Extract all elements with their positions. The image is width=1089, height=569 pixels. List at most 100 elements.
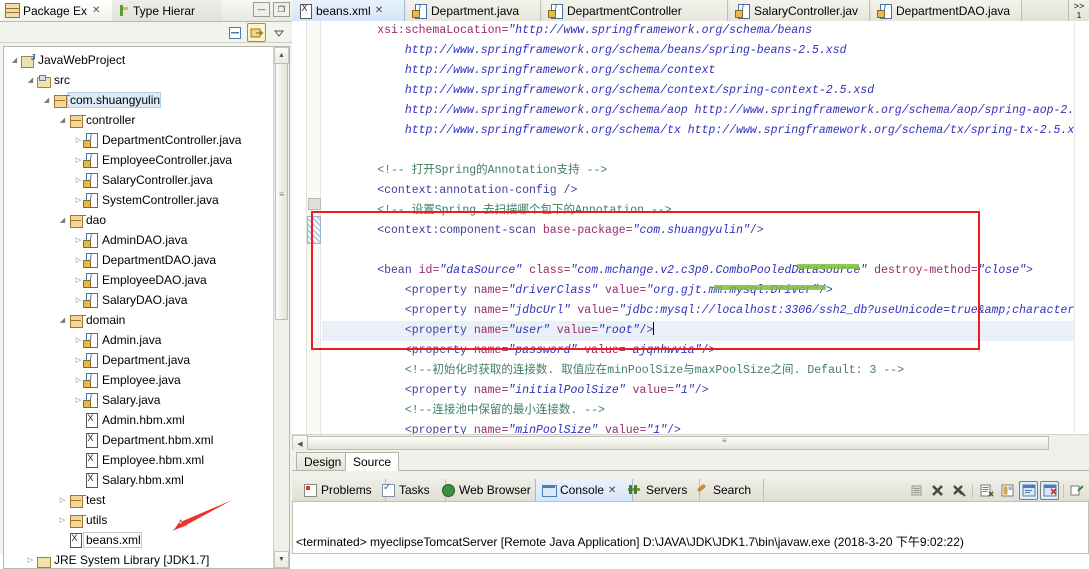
expander-collapsed-icon[interactable]: ▷ <box>26 556 35 564</box>
tree-item-beans-xml[interactable]: beans.xml <box>4 530 289 550</box>
expander-collapsed-icon[interactable]: ▷ <box>74 156 83 164</box>
expander-collapsed-icon[interactable]: ▷ <box>74 356 83 364</box>
tree-item-employeedao-java[interactable]: ▷ EmployeeDAO.java <box>4 270 289 290</box>
expander-expanded-icon[interactable]: ◢ <box>10 56 19 64</box>
bottom-tab-search[interactable]: Search <box>689 479 764 501</box>
code-line[interactable]: <!--初始化时获取的连接数. 取值应在minPoolSize与maxPoolS… <box>322 361 1074 381</box>
scroll-up-icon[interactable]: ▲ <box>274 47 289 64</box>
minimize-icon[interactable]: — <box>253 2 270 17</box>
scroll-lock-icon[interactable] <box>907 481 926 500</box>
tree-item-employee-hbm-xml[interactable]: Employee.hbm.xml <box>4 450 289 470</box>
expander-collapsed-icon[interactable]: ▷ <box>74 256 83 264</box>
code-line[interactable]: <property name="driverClass" value="org.… <box>322 281 1074 301</box>
view-menu-icon[interactable] <box>269 23 288 42</box>
tree-item-utils[interactable]: ▷ utils <box>4 510 289 530</box>
tree-item-admindao-java[interactable]: ▷ AdminDAO.java <box>4 230 289 250</box>
expander-collapsed-icon[interactable]: ▷ <box>74 336 83 344</box>
tree-item-departmentdao-java[interactable]: ▷ DepartmentDAO.java <box>4 250 289 270</box>
project-tree[interactable]: ◢ JavaWebProject ◢ src ◢ com.shuangyulin ◢ cont… <box>4 47 289 568</box>
expander-collapsed-icon[interactable]: ▷ <box>58 496 67 504</box>
expander-expanded-icon[interactable]: ◢ <box>26 76 35 84</box>
tree-item-department-java[interactable]: ▷ Department.java <box>4 350 289 370</box>
tree-item-jre-system-library-jdk1-7[interactable]: ▷ JRE System Library [JDK1.7] <box>4 550 289 568</box>
tree-scrollbar[interactable]: ▲ ≡ ▼ <box>273 47 289 568</box>
editor-tab-departmentcontroller[interactable]: DepartmentController <box>543 0 728 21</box>
tab-source[interactable]: Source <box>345 452 400 471</box>
bottom-tab-console[interactable]: Console ✕ <box>535 479 633 501</box>
tree-item-domain[interactable]: ◢ domain <box>4 310 289 330</box>
maximize-icon[interactable]: ❐ <box>273 2 290 17</box>
tab-design[interactable]: Design <box>296 452 350 471</box>
editor-overview-ruler[interactable] <box>1074 21 1089 450</box>
code-line[interactable]: http://www.springframework.org/schema/ao… <box>322 101 1074 121</box>
collapse-all-icon[interactable] <box>225 23 244 42</box>
editor-marker-gutter[interactable] <box>292 21 307 450</box>
close-icon[interactable]: ✕ <box>375 5 383 16</box>
code-line[interactable]: <property name="user" value="root"/> <box>322 321 1074 341</box>
tree-item-test[interactable]: ▷ test <box>4 490 289 510</box>
tree-item-admin-java[interactable]: ▷ Admin.java <box>4 330 289 350</box>
view-tab-type-hierarchy[interactable]: Type Hierar <box>112 0 222 21</box>
terminate-icon[interactable] <box>928 481 947 500</box>
editor-tab-department-java[interactable]: Department.java <box>407 0 541 21</box>
tree-item-salarycontroller-java[interactable]: ▷ SalaryController.java <box>4 170 289 190</box>
tree-item-salarydao-java[interactable]: ▷ SalaryDAO.java <box>4 290 289 310</box>
hscrollbar-thumb[interactable] <box>307 436 1049 450</box>
expander-collapsed-icon[interactable]: ▷ <box>58 516 67 524</box>
code-line[interactable]: <!-- 设置Spring 去扫描哪个包下的Annotation --> <box>322 201 1074 221</box>
editor-tab-salarycontroller-jav[interactable]: SalaryController.jav <box>730 0 870 21</box>
code-line[interactable]: xsi:schemaLocation="http://www.springfra… <box>322 21 1074 41</box>
xml-source-editor[interactable]: xsi:schemaLocation="http://www.springfra… <box>292 21 1089 452</box>
tree-item-department-hbm-xml[interactable]: Department.hbm.xml <box>4 430 289 450</box>
pin-console-icon[interactable] <box>998 481 1017 500</box>
display-selected-console-icon[interactable] <box>1019 481 1038 500</box>
console-output[interactable]: <terminated> myeclipseTomcatServer [Remo… <box>292 501 1089 554</box>
code-line[interactable] <box>322 241 1074 261</box>
expander-collapsed-icon[interactable]: ▷ <box>74 296 83 304</box>
code-line[interactable]: http://www.springframework.org/schema/be… <box>322 41 1074 61</box>
tree-item-employee-java[interactable]: ▷ Employee.java <box>4 370 289 390</box>
close-icon[interactable]: ✕ <box>608 485 616 496</box>
tree-item-com-shuangyulin[interactable]: ◢ com.shuangyulin <box>4 90 289 110</box>
tree-item-systemcontroller-java[interactable]: ▷ SystemController.java <box>4 190 289 210</box>
bottom-tab-web-browser[interactable]: Web Browser <box>435 479 546 501</box>
editor-tabs-overflow-button[interactable]: >> 1 <box>1068 0 1089 21</box>
tree-item-admin-hbm-xml[interactable]: Admin.hbm.xml <box>4 410 289 430</box>
expander-expanded-icon[interactable]: ◢ <box>42 96 51 104</box>
code-line[interactable]: <context:annotation-config /> <box>322 181 1074 201</box>
clear-console-icon[interactable] <box>977 481 996 500</box>
code-line[interactable]: http://www.springframework.org/schema/tx… <box>322 121 1074 141</box>
code-line[interactable]: <property name="initialPoolSize" value="… <box>322 381 1074 401</box>
code-content[interactable]: xsi:schemaLocation="http://www.springfra… <box>322 21 1074 450</box>
code-line[interactable]: http://www.springframework.org/schema/co… <box>322 81 1074 101</box>
editor-tab-departmentdao-java[interactable]: DepartmentDAO.java <box>872 0 1022 21</box>
code-line[interactable]: <!--连接池中保留的最小连接数. --> <box>322 401 1074 421</box>
expander-collapsed-icon[interactable]: ▷ <box>74 236 83 244</box>
expander-expanded-icon[interactable]: ◢ <box>58 316 67 324</box>
expander-collapsed-icon[interactable]: ▷ <box>74 396 83 404</box>
bottom-tab-problems[interactable]: Problems <box>297 479 386 501</box>
tree-item-departmentcontroller-java[interactable]: ▷ DepartmentController.java <box>4 130 289 150</box>
link-with-editor-icon[interactable] <box>247 23 266 42</box>
code-line[interactable]: <bean id="dataSource" class="com.mchange… <box>322 261 1074 281</box>
expander-collapsed-icon[interactable]: ▷ <box>74 276 83 284</box>
code-line[interactable]: <!-- 打开Spring的Annotation支持 --> <box>322 161 1074 181</box>
console-menu-icon[interactable] <box>1068 481 1087 500</box>
close-icon[interactable]: ✕ <box>92 5 100 16</box>
remove-all-terminated-icon[interactable] <box>949 481 968 500</box>
expander-expanded-icon[interactable]: ◢ <box>58 116 67 124</box>
scrollbar-thumb[interactable]: ≡ <box>275 63 288 320</box>
expander-collapsed-icon[interactable]: ▷ <box>74 196 83 204</box>
open-console-icon[interactable] <box>1040 481 1059 500</box>
expander-collapsed-icon[interactable]: ▷ <box>74 376 83 384</box>
code-line[interactable]: <property name="jdbcUrl" value="jdbc:mys… <box>322 301 1074 321</box>
expander-expanded-icon[interactable]: ◢ <box>58 216 67 224</box>
folding-marker-icon[interactable] <box>308 198 321 210</box>
editor-horizontal-scrollbar[interactable]: ◀ ≡ <box>292 434 1089 452</box>
tree-item-salary-java[interactable]: ▷ Salary.java <box>4 390 289 410</box>
tree-item-javawebproject[interactable]: ◢ JavaWebProject <box>4 50 289 70</box>
expander-collapsed-icon[interactable]: ▷ <box>74 136 83 144</box>
editor-tab-beans-xml[interactable]: beans.xml ✕ <box>292 0 405 21</box>
view-tab-package-explorer[interactable]: Package Ex ✕ <box>0 0 117 21</box>
code-line[interactable]: <context:component-scan base-package="co… <box>322 221 1074 241</box>
